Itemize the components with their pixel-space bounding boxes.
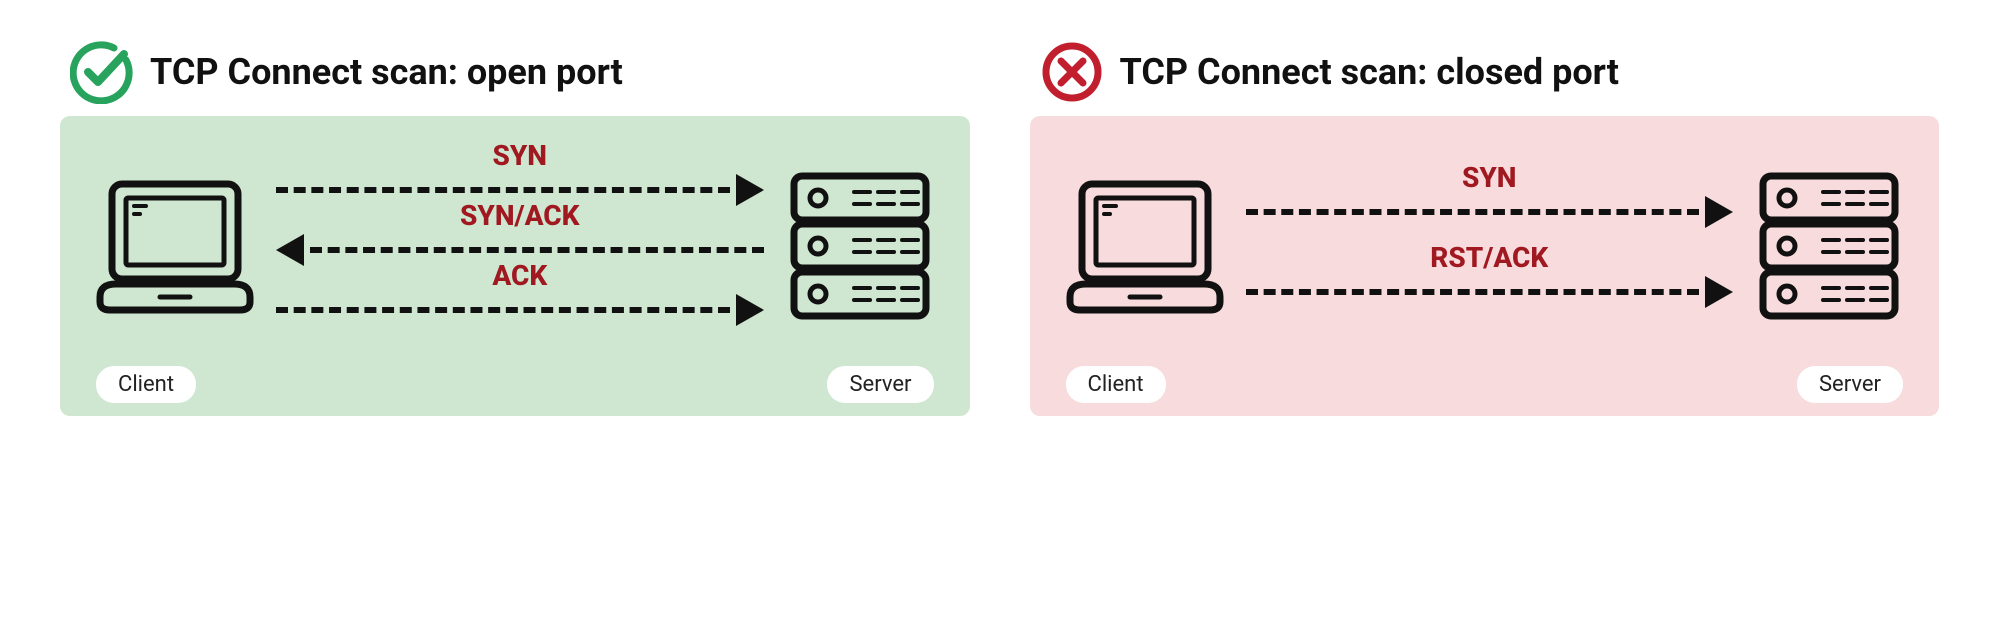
server-endpoint	[1749, 166, 1909, 326]
closed-port-title: TCP Connect scan: closed port	[1120, 51, 1619, 93]
client-endpoint	[1060, 174, 1230, 319]
server-icon	[780, 166, 940, 326]
arrow-ack: ACK	[276, 294, 764, 326]
packet-syn: SYN	[482, 139, 557, 172]
closed-port-panel: TCP Connect scan: closed port	[1030, 40, 1940, 416]
server-endpoint	[780, 166, 940, 326]
client-endpoint	[90, 174, 260, 319]
packet-ack: ACK	[482, 259, 557, 292]
laptop-icon	[1060, 174, 1230, 319]
arrow-syn: SYN	[1246, 196, 1734, 228]
open-port-arrows: SYN SYN/ACK ACK	[276, 156, 764, 336]
client-label: Client	[1066, 366, 1166, 403]
packet-syn: SYN	[1452, 161, 1527, 194]
packet-synack: SYN/ACK	[450, 199, 590, 232]
checkmark-icon	[70, 40, 134, 104]
open-port-box: SYN SYN/ACK ACK	[60, 116, 970, 416]
open-port-header: TCP Connect scan: open port	[60, 40, 970, 104]
cross-icon	[1040, 40, 1104, 104]
closed-port-arrows: SYN RST/ACK	[1246, 156, 1734, 336]
server-icon	[1749, 166, 1909, 326]
open-port-panel: TCP Connect scan: open port	[60, 40, 970, 416]
diagram-row: TCP Connect scan: open port	[60, 40, 1939, 416]
open-port-title: TCP Connect scan: open port	[150, 51, 623, 93]
client-label: Client	[96, 366, 196, 403]
closed-port-box: SYN RST/ACK	[1030, 116, 1940, 416]
closed-port-header: TCP Connect scan: closed port	[1030, 40, 1940, 104]
arrow-rstack: RST/ACK	[1246, 276, 1734, 308]
server-label: Server	[1797, 366, 1903, 403]
server-label: Server	[827, 366, 933, 403]
laptop-icon	[90, 174, 260, 319]
packet-rstack: RST/ACK	[1420, 241, 1558, 274]
